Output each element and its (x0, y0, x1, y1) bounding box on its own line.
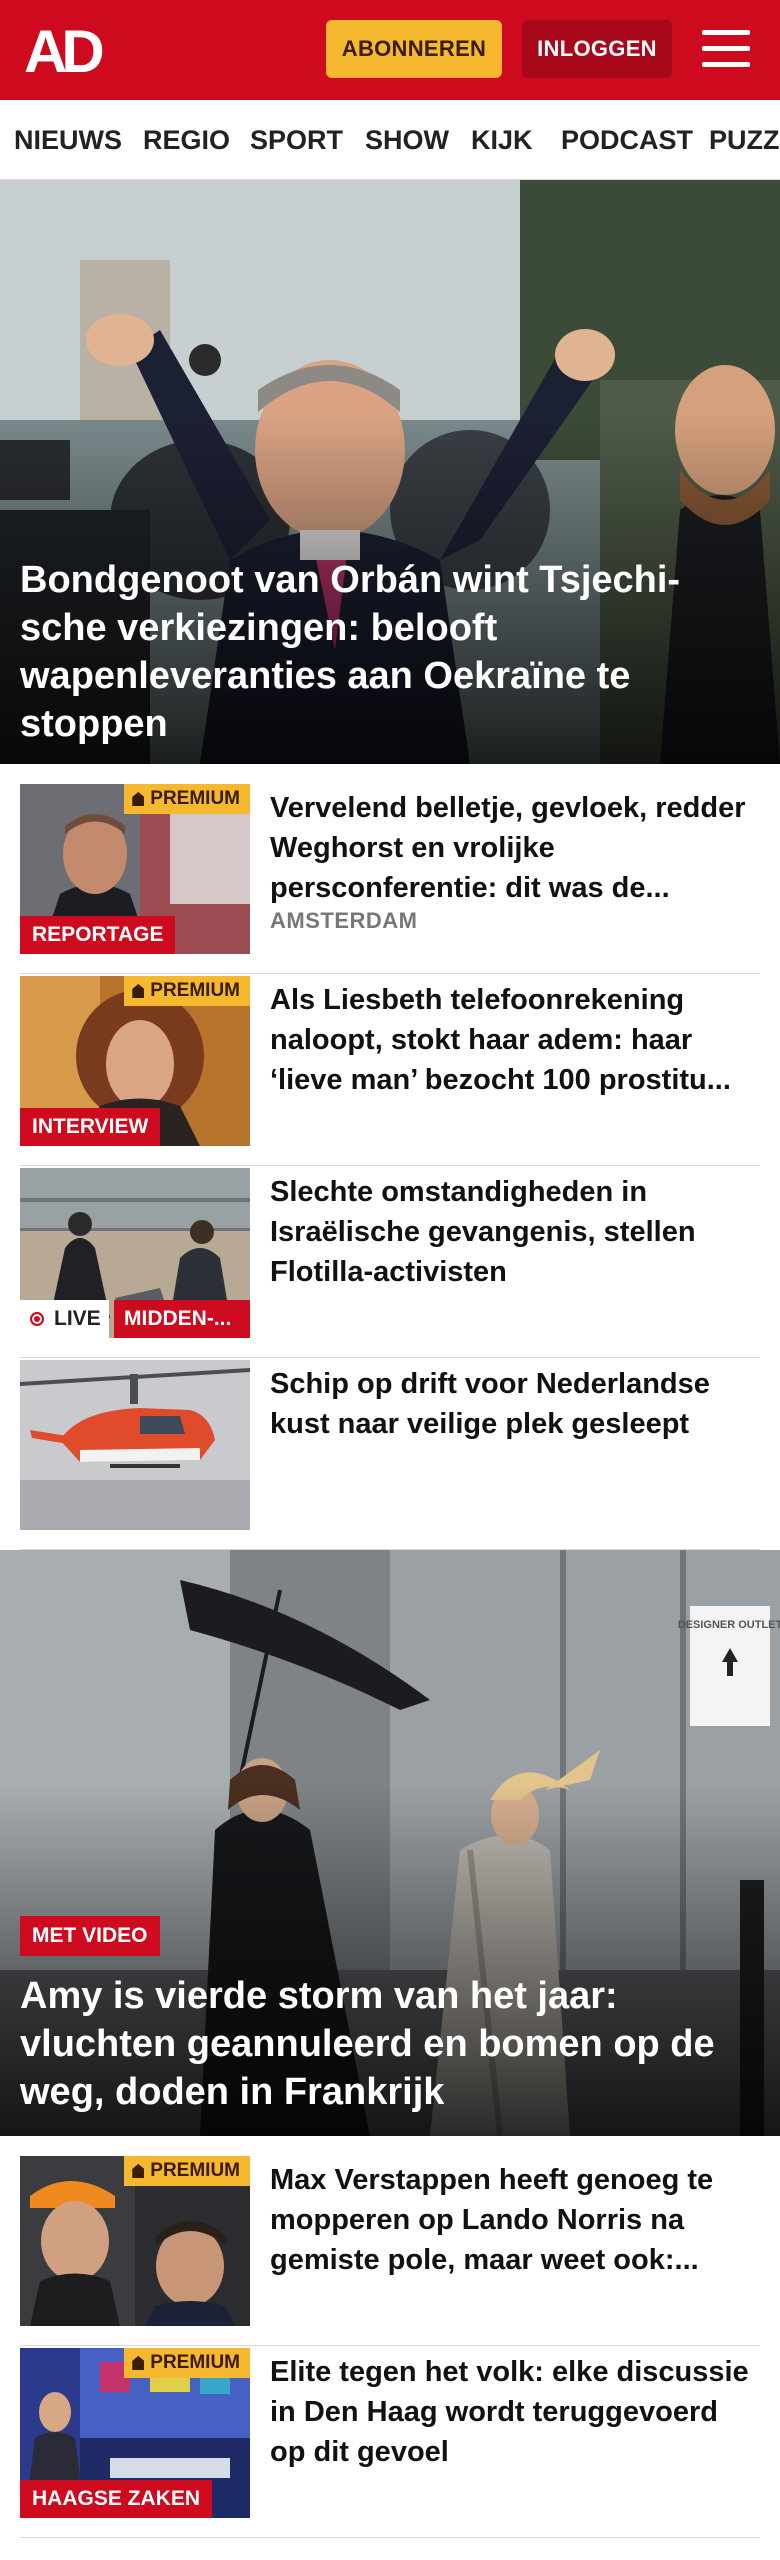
article-label: REPORTAGE (20, 916, 176, 954)
hero-article-election[interactable]: Bondgenoot van Orbán wint Tsjechi-sche v… (0, 180, 780, 764)
article-thumbnail: PREMIUM HAAGSE ZAKEN (20, 2348, 250, 2518)
article-thumbnail (20, 1360, 250, 1530)
nav-item-sport[interactable]: SPORT (250, 100, 343, 179)
ad-logo[interactable]: AD (24, 22, 116, 78)
premium-badge: PREMIUM (124, 2348, 250, 2378)
hamburger-menu-icon[interactable] (700, 26, 752, 72)
site-header: AD ABONNEREN INLOGGEN (0, 0, 780, 100)
hero-headline[interactable]: Bondgenoot van Orbán wint Tsjechi-sche v… (20, 556, 758, 748)
article-thumbnail: PREMIUM REPORTAGE (20, 784, 250, 954)
video-tag: MET VIDEO (20, 1916, 160, 1956)
article-headline[interactable]: Elite tegen het volk: elke discussie in … (270, 2352, 760, 2472)
premium-badge: PREMIUM (124, 976, 250, 1006)
hero-article-storm[interactable]: DESIGNER OUTLET MET VIDEO Amy is vierde … (0, 1550, 780, 2136)
article-category-label: MIDDEN-... (114, 1300, 250, 1338)
list-item[interactable]: PREMIUM REPORTAGE Vervelend belletje, ge… (20, 784, 760, 974)
list-item[interactable]: PREMIUM HAAGSE ZAKEN Elite tegen het vol… (20, 2348, 760, 2538)
live-badge: LIVE (20, 1300, 109, 1338)
list-item[interactable]: PREMIUM INTERVIEW Als Liesbeth telefoonr… (20, 976, 760, 1166)
article-headline[interactable]: Max Verstappen heeft genoeg te mopperen … (270, 2160, 760, 2280)
ad-logo-icon: AD (24, 22, 108, 78)
premium-badge: PREMIUM (124, 2156, 250, 2186)
nav-item-puzzels[interactable]: PUZZ (709, 100, 780, 179)
premium-badge: PREMIUM (124, 784, 250, 814)
list-item[interactable]: PREMIUM Max Verstappen heeft genoeg te m… (20, 2156, 760, 2346)
outlet-sign-text: DESIGNER OUTLET (678, 1619, 780, 1631)
section-nav: NIEUWS REGIO SPORT SHOW KIJK PODCAST PUZ… (0, 100, 780, 180)
thumbnail-photo-helicopter (20, 1360, 250, 1530)
nav-item-kijk[interactable]: KIJK (471, 100, 533, 179)
article-thumbnail: PREMIUM INTERVIEW (20, 976, 250, 1146)
article-headline[interactable]: Vervelend belletje, gevloek, redder Wegh… (270, 788, 760, 908)
article-headline[interactable]: Slechte omstandigheden in Israëlische ge… (270, 1172, 760, 1292)
nav-item-show[interactable]: SHOW (365, 100, 449, 179)
nav-item-regio[interactable]: REGIO (143, 100, 230, 179)
login-button[interactable]: INLOGGEN (522, 20, 672, 78)
article-headline[interactable]: Als Liesbeth telefoonrekening naloopt, s… (270, 980, 760, 1100)
article-thumbnail: LIVE MIDDEN-... (20, 1168, 250, 1338)
article-thumbnail: PREMIUM (20, 2156, 250, 2326)
svg-text:AD: AD (24, 22, 102, 78)
article-location: AMSTERDAM (270, 908, 418, 933)
nav-item-nieuws[interactable]: NIEUWS (14, 100, 122, 179)
article-label: INTERVIEW (20, 1108, 161, 1146)
article-label: HAAGSE ZAKEN (20, 2480, 213, 2518)
list-item[interactable]: LIVE MIDDEN-... Slechte omstandigheden i… (20, 1168, 760, 1358)
hero-headline[interactable]: Amy is vierde storm van het jaar: vlucht… (20, 1972, 758, 2116)
subscribe-button[interactable]: ABONNEREN (326, 20, 502, 78)
nav-item-podcast[interactable]: PODCAST (561, 100, 693, 179)
article-headline[interactable]: Schip op drift voor Nederlandse kust naa… (270, 1364, 760, 1444)
list-item[interactable]: Schip op drift voor Nederlandse kust naa… (20, 1360, 760, 1550)
